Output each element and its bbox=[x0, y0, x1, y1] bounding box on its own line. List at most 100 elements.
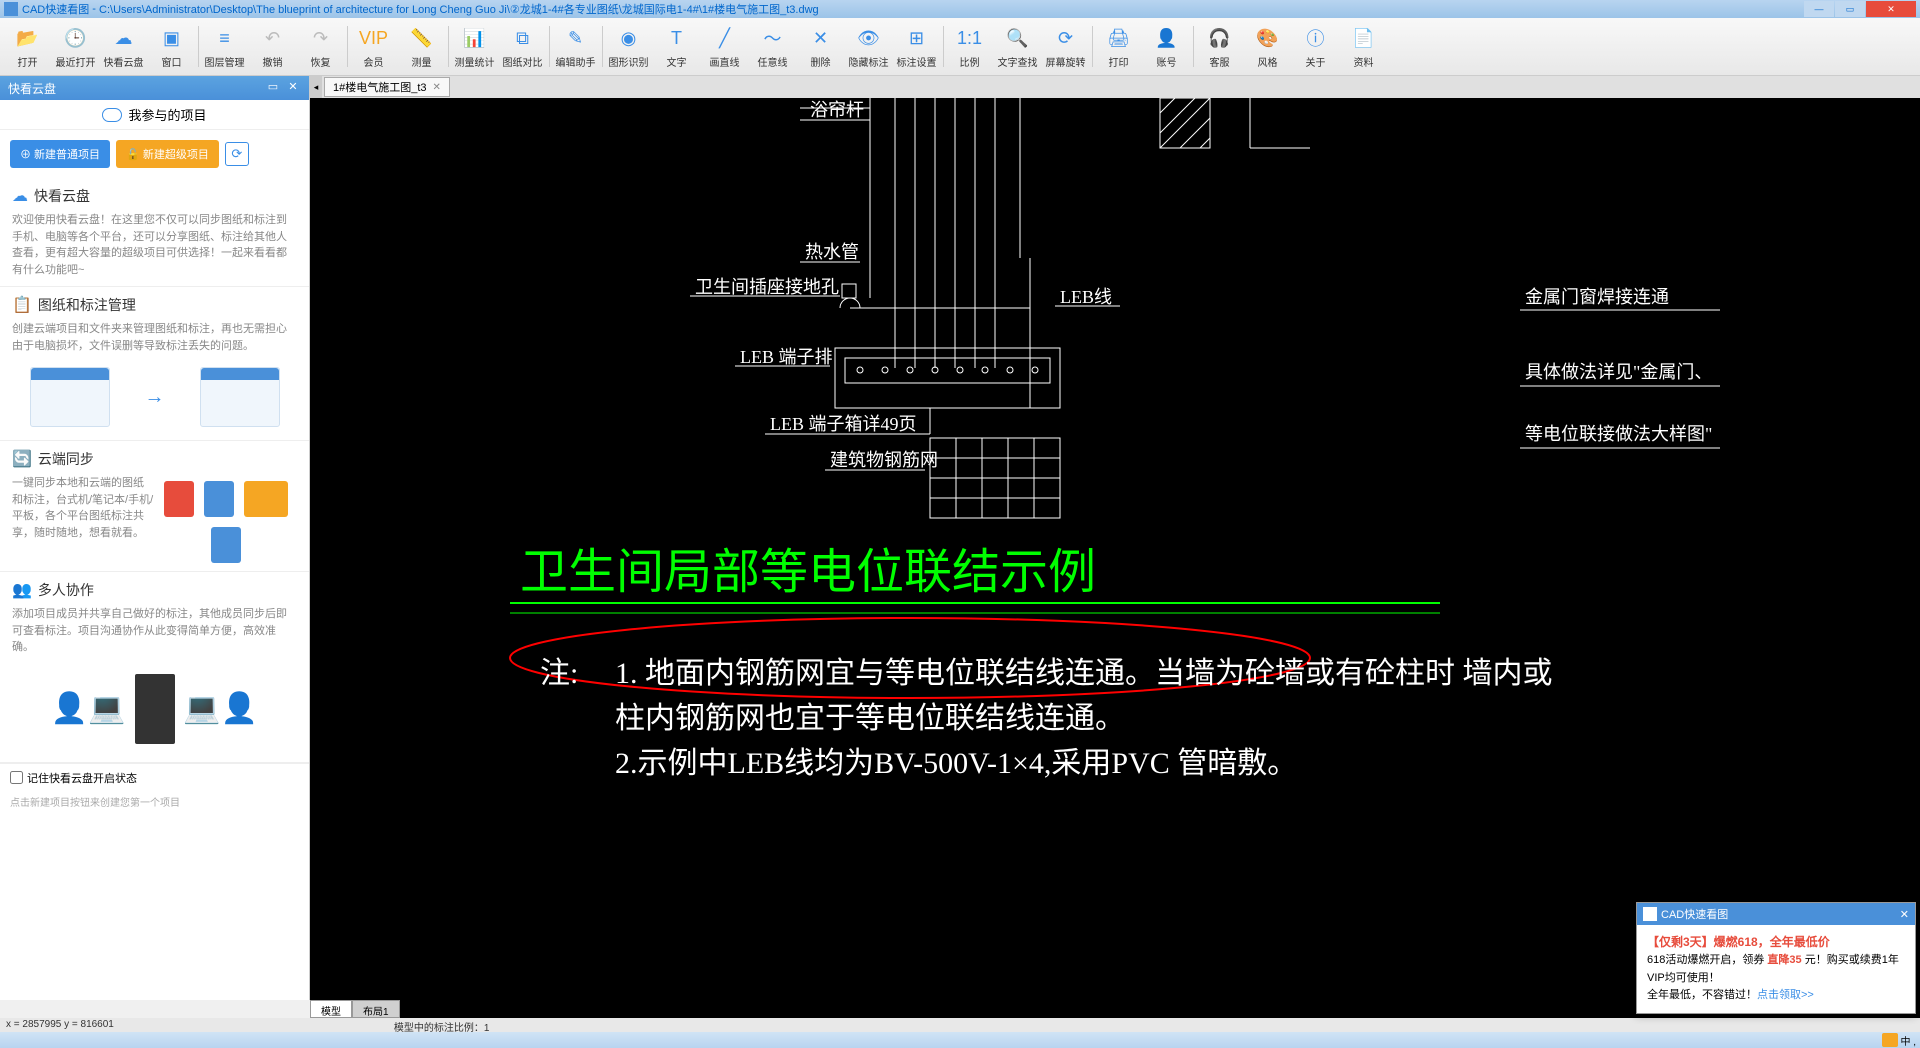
toolbar-任意线[interactable]: ～任意线 bbox=[749, 20, 797, 73]
sogou-icon[interactable] bbox=[1882, 1033, 1898, 1047]
sidebar-header: 快看云盘 ▭ ✕ bbox=[0, 76, 309, 100]
tool-label: 账号 bbox=[1157, 54, 1177, 69]
tool-label: 打印 bbox=[1109, 54, 1129, 69]
project-header-text: 我参与的项目 bbox=[128, 105, 206, 124]
ime-indicator[interactable]: 中 , bbox=[1882, 1032, 1916, 1048]
project-buttons: ⊕ 新建普通项目 🔓 新建超级项目 ⟳ bbox=[0, 130, 309, 178]
promo-link[interactable]: 点击领取>> bbox=[1757, 989, 1814, 1001]
document-tabs: ◂ 1#楼电气施工图_t3 ✕ bbox=[310, 76, 1920, 98]
file-path: - bbox=[89, 3, 99, 15]
toolbar-测量统计[interactable]: 📊 测量统计 bbox=[451, 20, 499, 73]
sidebar-pin-icon[interactable]: ▭ bbox=[265, 80, 281, 96]
document-tab[interactable]: 1#楼电气施工图_t3 ✕ bbox=[324, 77, 450, 97]
toolbar-文字[interactable]: T文字 bbox=[653, 20, 701, 73]
promo-icon bbox=[1643, 907, 1657, 921]
toolbar-编辑助手[interactable]: ✎ 编辑助手 bbox=[552, 20, 600, 73]
promo-header: CAD快速看图 ✕ bbox=[1637, 903, 1915, 925]
maximize-button[interactable]: ▭ bbox=[1835, 1, 1865, 17]
people-icon: 👥 bbox=[12, 580, 32, 600]
tool-icon: 📊 bbox=[461, 24, 489, 52]
toolbar-撤销[interactable]: ↶撤销 bbox=[249, 20, 297, 73]
toolbar-快看云盘[interactable]: ☁ 快看云盘 bbox=[100, 20, 148, 73]
toolbar-风格[interactable]: 🎨风格 bbox=[1244, 20, 1292, 73]
tool-label: 删除 bbox=[811, 54, 831, 69]
model-tab[interactable]: 模型 bbox=[310, 1000, 352, 1018]
sidebar-close-icon[interactable]: ✕ bbox=[285, 80, 301, 96]
toolbar-图纸对比[interactable]: ⧉图纸对比 bbox=[499, 20, 547, 73]
toolbar-文字查找[interactable]: 🔍文字查找 bbox=[994, 20, 1042, 73]
tab-close-icon[interactable]: ✕ bbox=[433, 82, 441, 93]
tool-label: 测量统计 bbox=[455, 54, 495, 69]
file-path-text: C:\Users\Administrator\Desktop\The bluep… bbox=[99, 1, 819, 17]
tool-icon: 📄 bbox=[1350, 24, 1378, 52]
toolbar-图形识别[interactable]: ◉图形识别 bbox=[605, 20, 653, 73]
sync-icon: 🔄 bbox=[12, 449, 32, 469]
svg-text:等电位联接做法大样图": 等电位联接做法大样图" bbox=[1525, 424, 1712, 444]
project-section-header: 我参与的项目 bbox=[0, 100, 309, 130]
new-super-project-button[interactable]: 🔓 新建超级项目 bbox=[116, 140, 219, 168]
tool-label: 标注设置 bbox=[897, 54, 937, 69]
tool-label: 快看云盘 bbox=[104, 54, 144, 69]
tool-icon: ╱ bbox=[711, 24, 739, 52]
cloud-icon: ☁ bbox=[12, 186, 28, 206]
sidebar-toggle[interactable]: ◂ bbox=[310, 76, 322, 98]
tool-icon: ～ bbox=[759, 24, 787, 52]
svg-text:LEB 端子排: LEB 端子排 bbox=[740, 347, 833, 367]
tool-label: 画直线 bbox=[710, 54, 740, 69]
toolbar-最近打开[interactable]: 🕒最近打开 bbox=[52, 20, 100, 73]
tool-label: 编辑助手 bbox=[556, 54, 596, 69]
tool-label: 窗口 bbox=[162, 54, 182, 69]
collab-desc: 添加项目成员并共享自己做好的标注，其他成员同步后即可查看标注。项目沟通协作从此变… bbox=[12, 606, 297, 656]
sync-illustration bbox=[155, 481, 298, 563]
tool-icon: ☁ bbox=[110, 24, 138, 52]
tool-icon: ⊞ bbox=[903, 24, 931, 52]
layout1-tab[interactable]: 布局1 bbox=[352, 1000, 400, 1018]
tool-icon: 👤 bbox=[1153, 24, 1181, 52]
toolbar-恢复[interactable]: ↷恢复 bbox=[297, 20, 345, 73]
toolbar-资料[interactable]: 📄资料 bbox=[1340, 20, 1388, 73]
tool-icon: ✎ bbox=[562, 24, 590, 52]
promo-body: 【仅剩3天】爆燃618，全年最低价 618活动爆燃开启，领券 直降35 元！购买… bbox=[1637, 925, 1915, 1013]
promo-line1: 618活动爆燃开启，领券 直降35 元！购买或续费1年VIP均可使用！ bbox=[1647, 952, 1905, 987]
toolbar-关于[interactable]: ⓘ关于 bbox=[1292, 20, 1340, 73]
promo-close-icon[interactable]: ✕ bbox=[1900, 908, 1909, 921]
toolbar-窗口[interactable]: ▣ 窗口 bbox=[148, 20, 196, 73]
toolbar-标注设置[interactable]: ⊞ 标注设置 bbox=[893, 20, 941, 73]
svg-text:卫生间局部等电位联结示例: 卫生间局部等电位联结示例 bbox=[520, 546, 1096, 599]
toolbar-屏幕旋转[interactable]: ⟳屏幕旋转 bbox=[1042, 20, 1090, 73]
close-button[interactable]: ✕ bbox=[1866, 1, 1916, 17]
svg-text:热水管: 热水管 bbox=[805, 242, 859, 262]
refresh-button[interactable]: ⟳ bbox=[225, 142, 249, 166]
promo-line2: 全年最低，不容错过！点击领取>> bbox=[1647, 987, 1905, 1005]
scale-info: 模型中的标注比例：1 bbox=[394, 1019, 490, 1031]
toolbar-客服[interactable]: 🎧客服 bbox=[1196, 20, 1244, 73]
toolbar-会员[interactable]: VIP会员 bbox=[350, 20, 398, 73]
remember-checkbox[interactable] bbox=[10, 771, 23, 784]
minimize-button[interactable]: — bbox=[1804, 1, 1834, 17]
drawing-canvas[interactable]: 浴帘杆 热水管 卫生间插座接地孔 LEB线 LEB 端子排 LEB 端子箱详49… bbox=[310, 98, 1920, 1018]
new-normal-project-button[interactable]: ⊕ 新建普通项目 bbox=[10, 140, 110, 168]
toolbar-账号[interactable]: 👤 账号 bbox=[1143, 20, 1191, 73]
promo-header-text: CAD快速看图 bbox=[1661, 906, 1728, 922]
tool-icon: ▣ bbox=[158, 24, 186, 52]
toolbar-打开[interactable]: 📂打开 bbox=[4, 20, 52, 73]
toolbar-比例[interactable]: 1:1比例 bbox=[946, 20, 994, 73]
toolbar-画直线[interactable]: ╱ 画直线 bbox=[701, 20, 749, 73]
toolbar-隐藏标注[interactable]: 👁隐藏标注 bbox=[845, 20, 893, 73]
status-bar: x = 2857995 y = 816601 模型中的标注比例：1 bbox=[0, 1018, 1920, 1032]
tool-icon: 🎧 bbox=[1206, 24, 1234, 52]
svg-text:浴帘杆: 浴帘杆 bbox=[810, 100, 864, 120]
toolbar-测量[interactable]: 📏测量 bbox=[398, 20, 446, 73]
remember-state-row: 记住快看云盘开启状态 bbox=[0, 763, 309, 792]
toolbar-打印[interactable]: 🖨打印 bbox=[1095, 20, 1143, 73]
tool-icon: 👁 bbox=[855, 24, 883, 52]
svg-text:注:: 注: bbox=[540, 657, 578, 690]
tool-icon: ⓘ bbox=[1302, 24, 1330, 52]
toolbar-图层管理[interactable]: ≡图层管理 bbox=[201, 20, 249, 73]
main-toolbar: 📂打开🕒最近打开 ☁ 快看云盘 ▣ 窗口 ≡图层管理↶撤销↷恢复VIP会员📏测量 📊 测量统计… bbox=[0, 18, 1920, 76]
app-name: CAD快速看图 bbox=[22, 1, 89, 17]
svg-text:LEB线: LEB线 bbox=[1060, 287, 1112, 307]
toolbar-删除[interactable]: ✕删除 bbox=[797, 20, 845, 73]
status-bar-2 bbox=[0, 1032, 1920, 1048]
section-title-text: 图纸和标注管理 bbox=[38, 295, 136, 315]
